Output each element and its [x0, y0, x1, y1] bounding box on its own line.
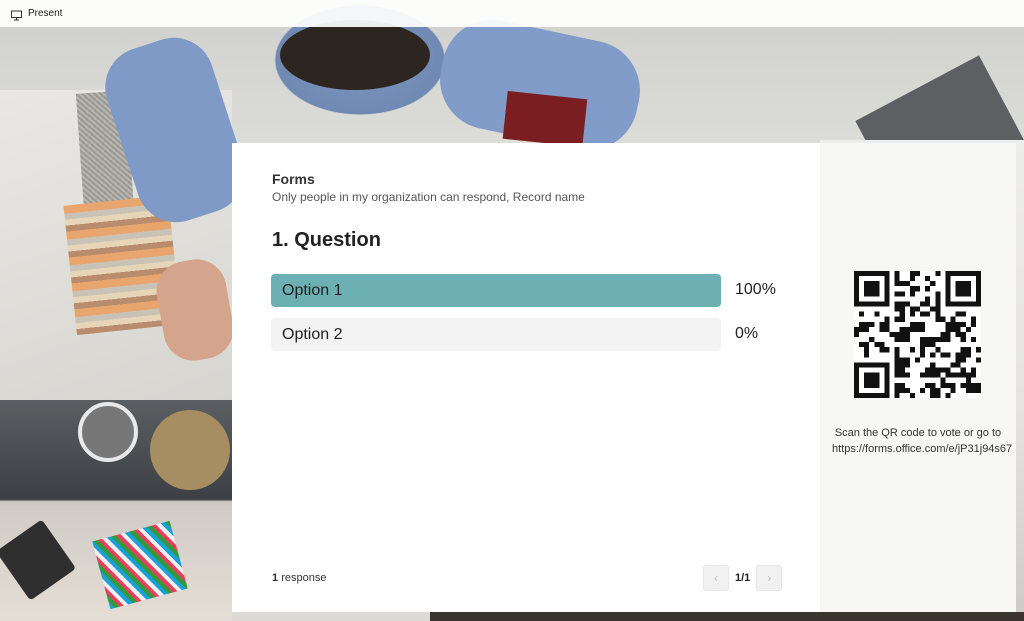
form-title: Forms	[272, 171, 315, 187]
question-pager: ‹ 1/1 ›	[703, 565, 783, 591]
chevron-right-icon: ›	[767, 571, 772, 585]
qr-code	[854, 271, 981, 398]
option-percent: 100%	[735, 281, 776, 298]
response-count-number: 1	[272, 572, 279, 584]
response-count: 1 response	[272, 572, 326, 584]
prev-question-button[interactable]: ‹	[703, 565, 729, 591]
option-result-bar: Option 2	[271, 318, 721, 351]
response-count-label: response	[281, 572, 327, 584]
qr-instructions: Scan the QR code to vote or go to https:…	[832, 427, 1013, 455]
option-percent: 0%	[735, 325, 759, 342]
results-card: Forms Only people in my organization can…	[232, 143, 1016, 612]
chevron-left-icon: ‹	[714, 571, 718, 585]
present-label[interactable]: Present	[28, 8, 62, 19]
option-label: Option 1	[282, 282, 343, 299]
option-result-bar: Option 1	[271, 274, 721, 307]
option-label: Option 2	[282, 326, 343, 343]
question-title: 1. Question	[272, 229, 381, 251]
present-bar[interactable]: Present	[0, 0, 1024, 27]
monitor-icon	[11, 8, 22, 21]
next-question-button[interactable]: ›	[756, 565, 783, 591]
page-indicator: 1/1	[735, 572, 751, 584]
form-subtitle: Only people in my organization can respo…	[272, 190, 585, 204]
